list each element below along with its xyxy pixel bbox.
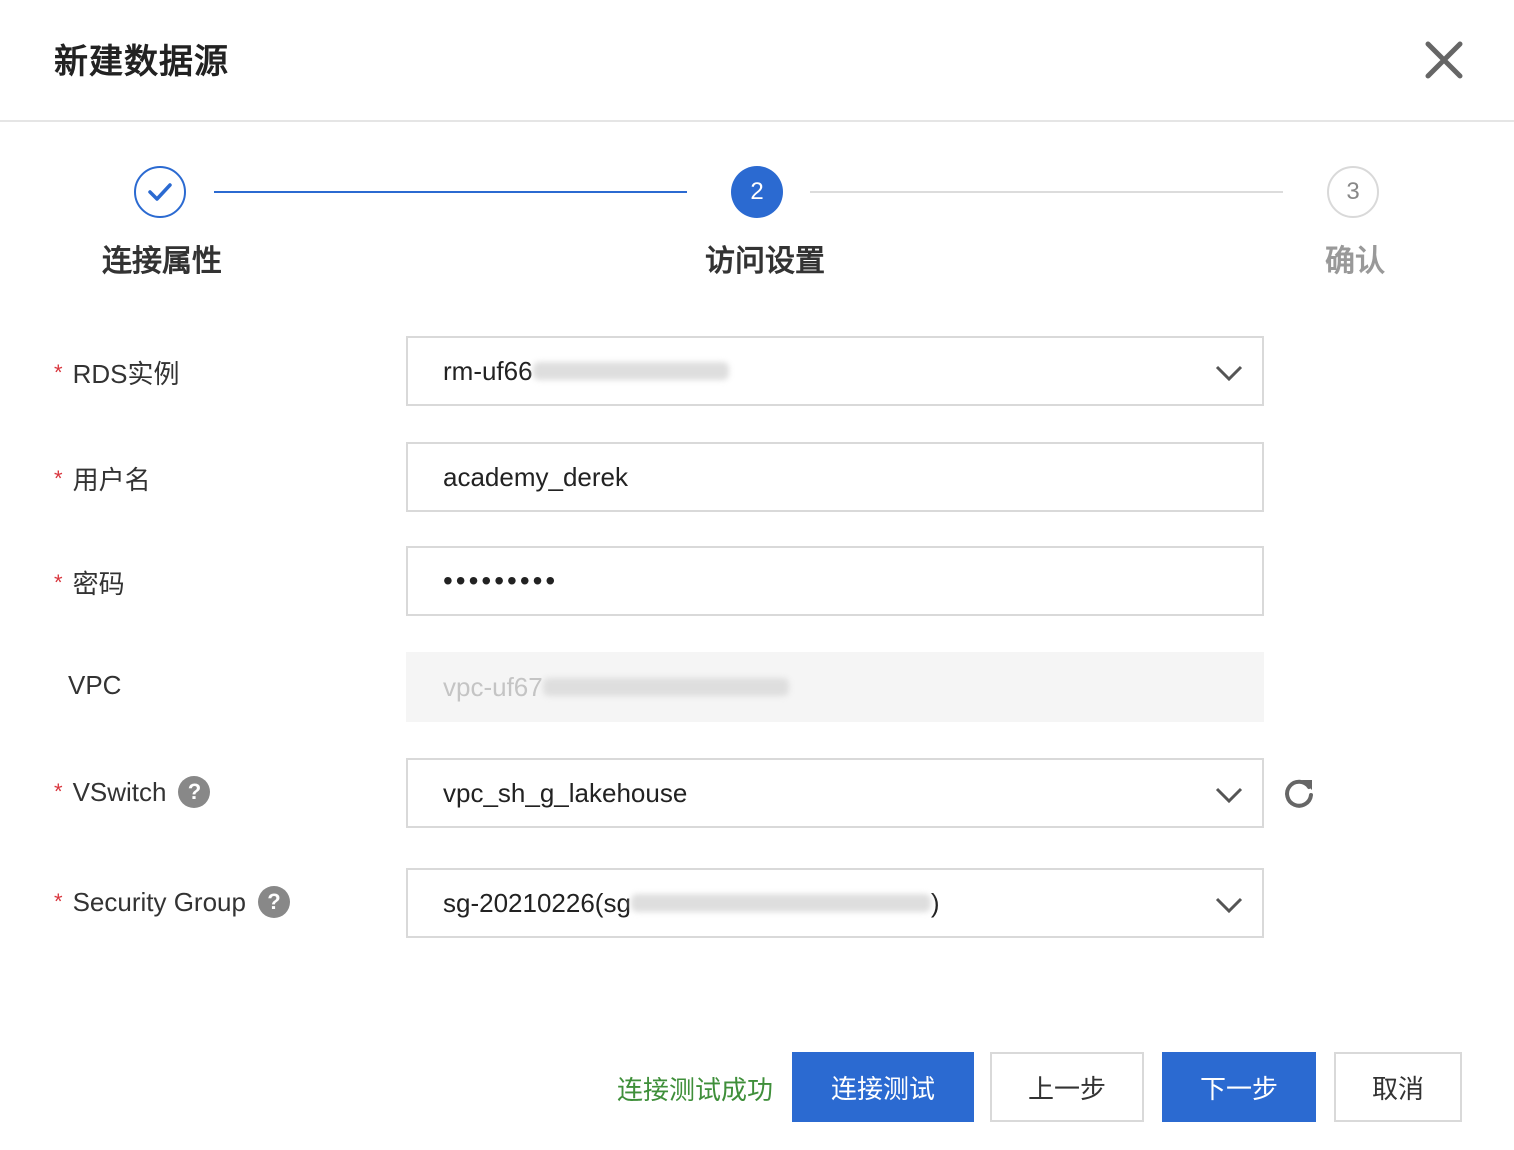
chevron-down-icon	[1215, 365, 1243, 382]
vpc-label-text: VPC	[68, 670, 122, 700]
required-mark: *	[54, 889, 63, 914]
rds-select[interactable]: rm-uf66	[406, 336, 1264, 406]
connection-test-status: 连接测试成功	[617, 1075, 774, 1105]
step-1-circle	[134, 166, 186, 218]
password-label-text: 密码	[72, 569, 125, 599]
cancel-button[interactable]: 取消	[1334, 1052, 1462, 1122]
password-label: * 密码	[54, 564, 125, 601]
refresh-icon[interactable]	[1282, 776, 1316, 810]
security-group-select[interactable]: sg-20210226(sg )	[406, 868, 1264, 938]
vpc-field: vpc-uf67	[406, 652, 1264, 722]
step-connector-2	[810, 191, 1283, 193]
required-mark: *	[54, 465, 63, 491]
security-group-label-text: Security Group	[72, 886, 246, 917]
required-mark: *	[54, 779, 63, 804]
security-group-label: * Security Group ?	[54, 886, 290, 918]
password-value: •••••••••	[443, 565, 559, 596]
connection-test-button[interactable]: 连接测试	[792, 1052, 974, 1122]
step-connector-1	[214, 191, 687, 193]
close-icon[interactable]	[1420, 36, 1468, 84]
check-icon	[148, 183, 172, 201]
redacted-text	[542, 678, 789, 696]
username-value: academy_derek	[443, 461, 628, 492]
rds-value: rm-uf66	[443, 355, 533, 386]
required-mark: *	[54, 569, 63, 595]
step-3-circle: 3	[1327, 166, 1379, 218]
dialog-title: 新建数据源	[54, 43, 229, 81]
vswitch-select[interactable]: vpc_sh_g_lakehouse	[406, 758, 1264, 828]
vswitch-label: * VSwitch ?	[54, 776, 211, 808]
help-icon[interactable]: ?	[257, 886, 290, 918]
security-group-value-suffix: )	[930, 887, 940, 918]
step-1-label: 连接属性	[102, 245, 222, 278]
redacted-text	[532, 362, 729, 380]
step-3-label: 确认	[1325, 245, 1385, 278]
redacted-text	[630, 894, 931, 912]
rds-label: * RDS实例	[54, 354, 179, 391]
security-group-value-prefix: sg-20210226(sg	[443, 887, 631, 918]
previous-step-button[interactable]: 上一步	[990, 1052, 1144, 1122]
chevron-down-icon	[1215, 787, 1243, 804]
help-icon[interactable]: ?	[178, 776, 211, 808]
next-step-button[interactable]: 下一步	[1162, 1052, 1316, 1122]
rds-label-text: RDS实例	[72, 359, 180, 389]
dialog-header: 新建数据源	[0, 0, 1514, 122]
chevron-down-icon	[1215, 897, 1243, 914]
vpc-value: vpc-uf67	[443, 671, 543, 702]
step-2-label: 访问设置	[705, 245, 825, 278]
vswitch-label-text: VSwitch	[72, 776, 167, 807]
username-label-text: 用户名	[72, 465, 151, 495]
step-2-circle: 2	[731, 166, 783, 218]
vswitch-value: vpc_sh_g_lakehouse	[443, 777, 688, 808]
password-input[interactable]: •••••••••	[406, 546, 1264, 616]
required-mark: *	[54, 359, 63, 385]
username-input[interactable]: academy_derek	[406, 442, 1264, 512]
vpc-label: VPC	[68, 670, 121, 701]
username-label: * 用户名	[54, 460, 151, 497]
